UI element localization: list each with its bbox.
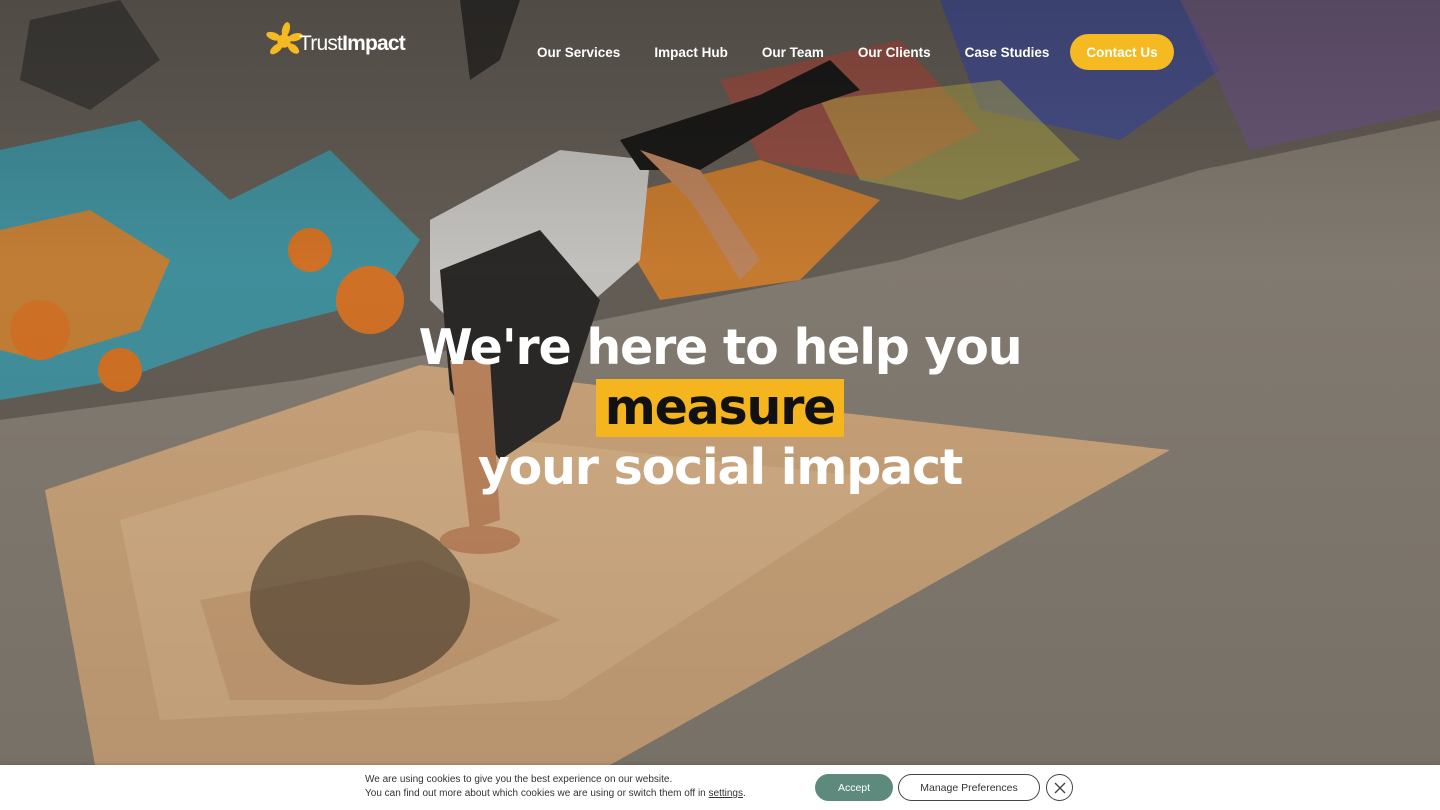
nav-item-case-studies[interactable]: Case Studies <box>965 45 1050 60</box>
manage-preferences-button[interactable]: Manage Preferences <box>898 774 1040 801</box>
cookie-message-line-2: You can find out more about which cookie… <box>365 787 746 801</box>
accept-cookies-button[interactable]: Accept <box>815 774 893 801</box>
close-icon <box>1054 782 1065 793</box>
contact-us-button[interactable]: Contact Us <box>1070 34 1174 70</box>
nav-item-our-team[interactable]: Our Team <box>762 45 824 60</box>
brand-name-part1: Trust <box>299 32 343 55</box>
cookie-settings-link[interactable]: settings <box>709 788 743 799</box>
cookie-message: We are using cookies to give you the bes… <box>365 773 746 801</box>
hero-headline: We're here to help you measure your soci… <box>320 318 1120 498</box>
nav-item-our-services[interactable]: Our Services <box>537 45 620 60</box>
main-nav: Our Services Impact Hub Our Team Our Cli… <box>520 34 1066 70</box>
cookie-message-line-1: We are using cookies to give you the bes… <box>365 774 673 785</box>
brand-name: TrustImpact <box>299 32 406 56</box>
brand-name-part2: Impact <box>342 32 406 55</box>
headline-line-1: We're here to help you <box>418 319 1023 376</box>
cookie-consent-bar: We are using cookies to give you the bes… <box>0 765 1440 810</box>
sunburst-icon <box>266 22 303 55</box>
hero-section: TrustImpact Our Services Impact Hub Our … <box>0 0 1440 765</box>
cookie-message-line-2-text: You can find out more about which cookie… <box>365 788 709 799</box>
headline-highlight: measure <box>595 379 845 437</box>
nav-item-impact-hub[interactable]: Impact Hub <box>654 45 728 60</box>
close-cookie-bar-button[interactable] <box>1046 774 1073 801</box>
nav-item-our-clients[interactable]: Our Clients <box>858 45 931 60</box>
headline-line-3: your social impact <box>477 439 963 496</box>
cookie-message-line-2-end: . <box>743 788 746 799</box>
brand-logo[interactable]: TrustImpact <box>265 18 415 64</box>
